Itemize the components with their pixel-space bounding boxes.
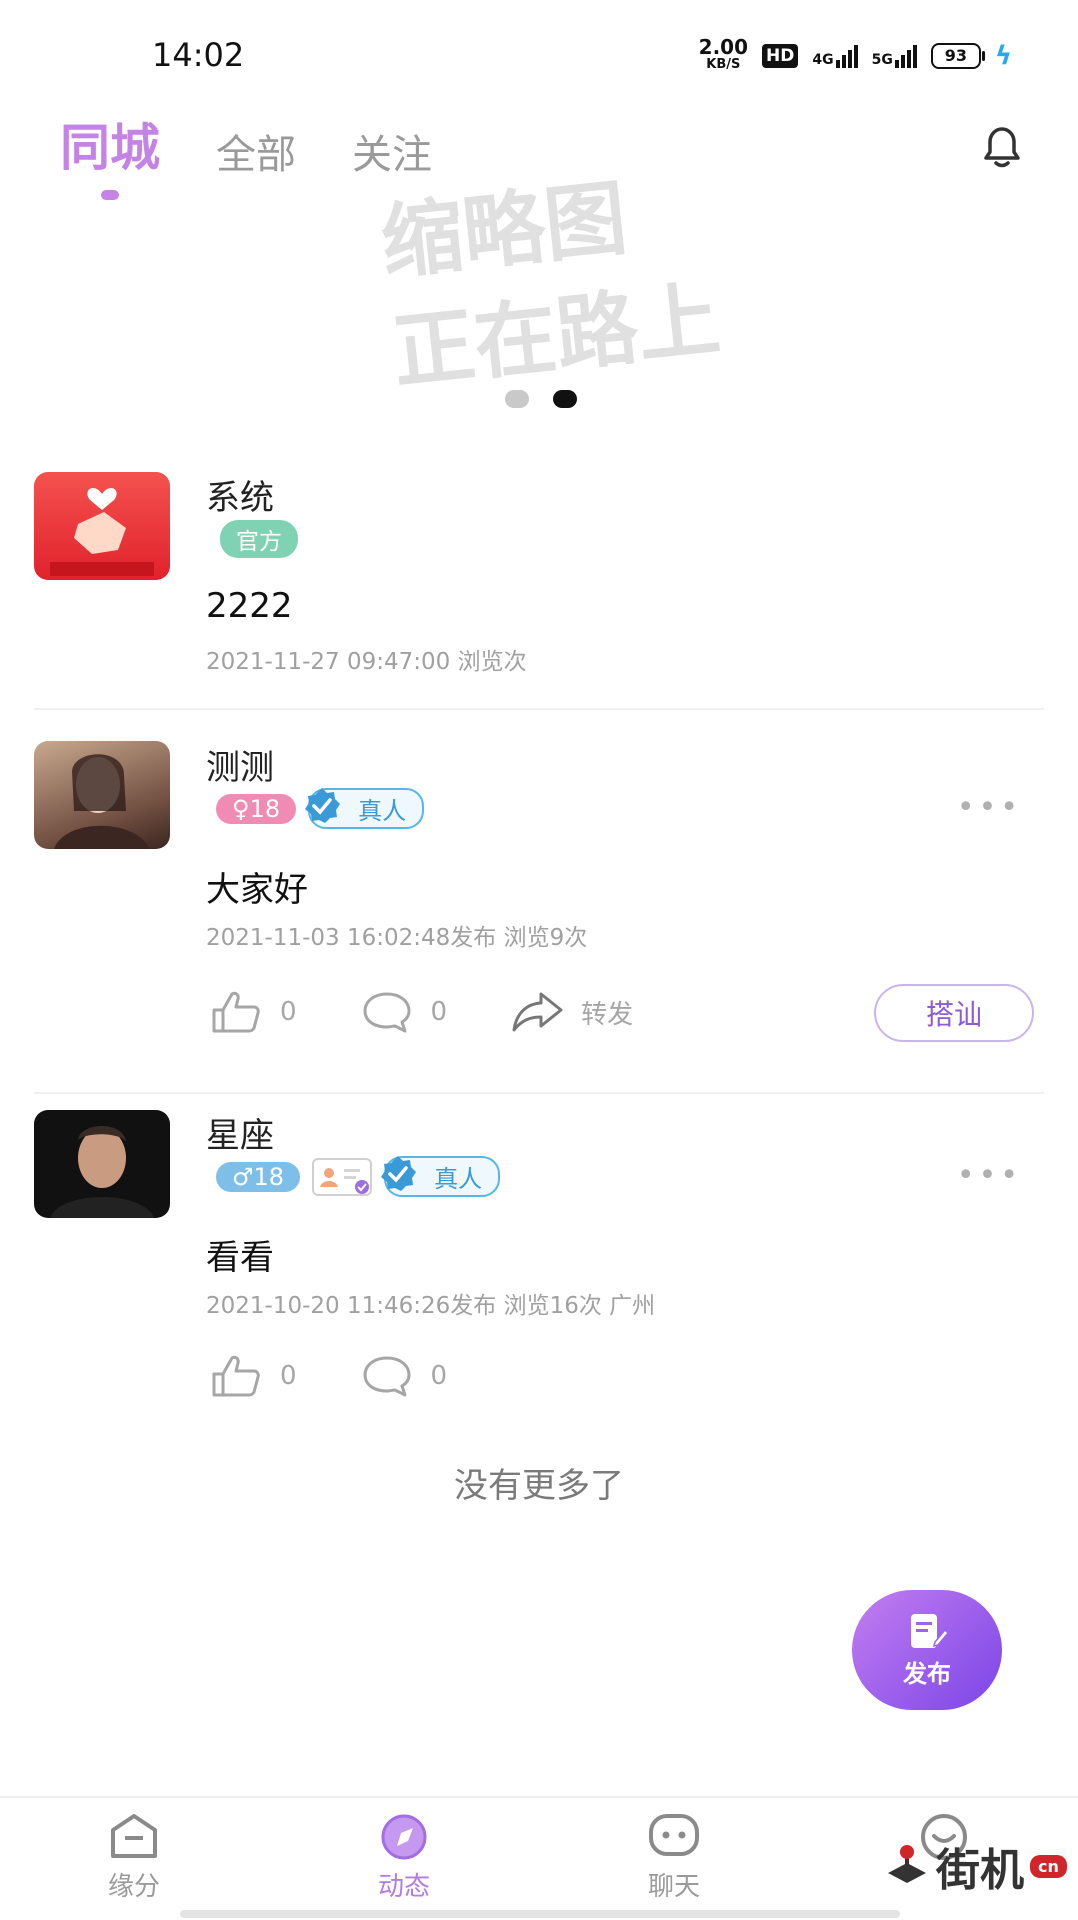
no-more-text: 没有更多了 [454, 1466, 624, 1506]
avatar-portrait [54, 754, 150, 849]
divider [34, 1092, 1044, 1094]
charging-icon: ϟ [994, 41, 1012, 71]
like-button[interactable]: 0 [210, 1354, 297, 1398]
post-content[interactable]: 看看 [206, 1230, 274, 1279]
more-options-icon[interactable]: ••• [957, 790, 1022, 825]
carousel-dots [505, 390, 577, 408]
signal-5g-icon: 5G [871, 44, 917, 68]
tab-following[interactable]: 关注 [352, 122, 432, 180]
like-count: 0 [280, 1361, 297, 1391]
status-icons: 2.00 KB/S HD 4G 5G 93 ϟ [699, 37, 1012, 74]
watermark-suffix: cn [1030, 1854, 1067, 1878]
divider [34, 708, 1044, 710]
chat-up-button[interactable]: 搭讪 [874, 984, 1034, 1042]
avatar[interactable] [34, 1110, 170, 1218]
official-badge: 官方 [220, 520, 298, 558]
bell-icon[interactable] [976, 120, 1028, 172]
post-username[interactable]: 系统 [206, 470, 274, 519]
hd-icon: HD [762, 44, 799, 68]
like-count: 0 [280, 997, 297, 1027]
comment-button[interactable]: 0 [361, 1354, 448, 1398]
post-content[interactable]: 大家好 [206, 862, 308, 911]
post-meta: 2021-10-20 11:46:26发布 浏览16次 广州 [206, 1293, 656, 1319]
nav-moments[interactable]: 动态 [344, 1812, 464, 1903]
thumbs-up-icon [212, 991, 260, 1033]
thumbs-up-icon [212, 1355, 260, 1397]
carousel-dot[interactable] [505, 390, 529, 408]
nav-moments-label: 动态 [377, 1872, 430, 1902]
badges: ♂18 真人 [216, 1156, 501, 1197]
status-time: 14:02 [152, 36, 245, 74]
tab-all[interactable]: 全部 [216, 122, 296, 180]
avatar[interactable] [34, 472, 170, 580]
like-button[interactable]: 0 [210, 990, 297, 1034]
share-button[interactable]: 转发 [511, 990, 633, 1034]
badges: 官方 [220, 520, 298, 558]
post-content[interactable]: 2222 [206, 586, 293, 626]
verified-real-badge: 真人 [305, 788, 425, 829]
edit-document-icon [911, 1613, 949, 1648]
signal-5g-label: 5G [871, 51, 893, 68]
id-card-icon [312, 1157, 373, 1196]
tab-local-label: 同城 [60, 119, 160, 177]
verified-real-label: 真人 [434, 1165, 483, 1193]
gender-age-badge: ♀18 [216, 793, 297, 824]
status-bar: 14:02 2.00 KB/S HD 4G 5G 93 ϟ [0, 0, 1078, 100]
share-label: 转发 [581, 999, 634, 1030]
post-actions: 0 0 转发 [210, 990, 697, 1034]
post-meta: 2021-11-03 16:02:48发布 浏览9次 [206, 925, 588, 951]
verified-real-badge: 真人 [381, 1156, 501, 1197]
verified-check-icon [381, 1156, 417, 1191]
share-icon [512, 992, 563, 1032]
badges: ♀18 真人 [216, 788, 425, 829]
post-username[interactable]: 星座 [206, 1108, 274, 1157]
comment-icon [363, 992, 411, 1033]
verified-check-icon [305, 788, 341, 823]
nav-chat-label: 聊天 [647, 1872, 700, 1902]
watermark-text: 街机 [936, 1845, 1024, 1896]
publish-label: 发布 [903, 1659, 951, 1688]
site-watermark: 街机 cn [884, 1834, 1067, 1898]
joystick-logo [888, 1845, 926, 1883]
post-meta: 2021-11-27 09:47:00 浏览次 [206, 649, 527, 675]
banner-placeholder: 缩略图 正在路上 [376, 156, 725, 409]
post-actions: 0 0 [210, 1354, 511, 1398]
publish-button[interactable]: 发布 [852, 1590, 1002, 1710]
avatar[interactable] [34, 741, 170, 849]
network-speed: 2.00 KB/S [699, 37, 748, 74]
home-box-icon [111, 1814, 157, 1858]
signal-4g-icon: 4G [812, 44, 858, 68]
comment-count: 0 [430, 997, 448, 1027]
heart-hand-logo [50, 487, 154, 576]
compass-icon [381, 1814, 427, 1860]
carousel-dot-active[interactable] [553, 390, 577, 408]
id-card-glyph [320, 1167, 370, 1194]
tab-local[interactable]: 同城 [60, 108, 160, 200]
nav-chat[interactable]: 聊天 [614, 1812, 734, 1903]
signal-4g-label: 4G [812, 51, 834, 68]
nav-fate[interactable]: 缘分 [74, 1812, 194, 1903]
verified-real-label: 真人 [358, 797, 407, 825]
more-options-icon[interactable]: ••• [957, 1158, 1022, 1193]
comment-button[interactable]: 0 [361, 990, 448, 1034]
comment-icon [363, 1356, 411, 1397]
post-username[interactable]: 测测 [206, 740, 274, 789]
chat-bubble-icon [649, 1814, 699, 1856]
battery-icon: 93 [930, 43, 985, 69]
feed-tabs: 同城 全部 关注 [60, 108, 488, 200]
gesture-handle [180, 1910, 900, 1918]
comment-count: 0 [430, 1361, 448, 1391]
avatar-portrait [50, 1126, 154, 1218]
gender-age-badge: ♂18 [216, 1161, 301, 1192]
nav-fate-label: 缘分 [107, 1872, 160, 1902]
